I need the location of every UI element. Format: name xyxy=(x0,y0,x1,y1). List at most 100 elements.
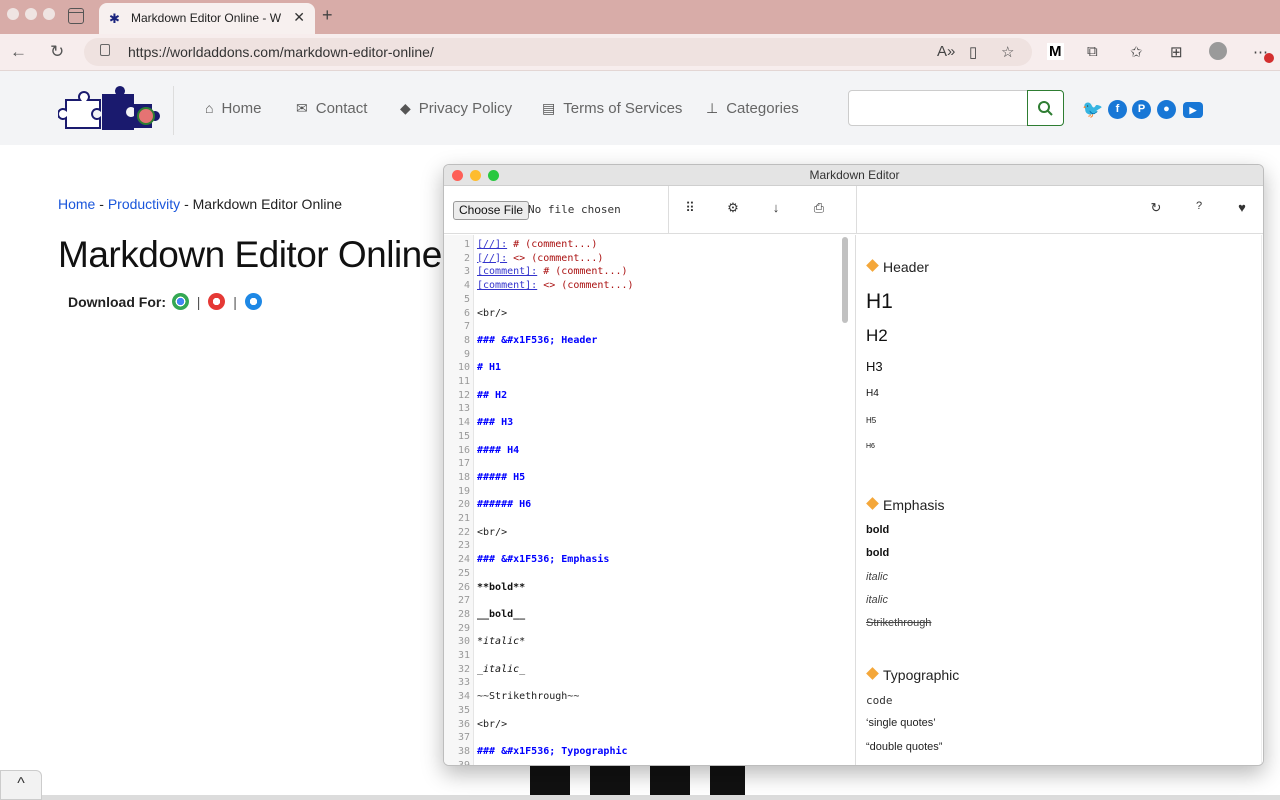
editor-scrollbar[interactable] xyxy=(842,237,848,323)
extension-m-icon[interactable]: M xyxy=(1047,43,1064,60)
refresh-icon[interactable]: ↻ xyxy=(1147,200,1165,216)
editor-close-button[interactable] xyxy=(452,170,463,181)
line-number: 15 xyxy=(457,430,470,442)
preview-item: code xyxy=(866,694,893,707)
nav-terms-of-services[interactable]: ▤ Terms of Services xyxy=(542,100,682,117)
print-icon[interactable]: ⎙ xyxy=(810,200,828,216)
preview-section-heading: Typographic xyxy=(866,667,959,683)
firefox-icon[interactable] xyxy=(208,293,226,310)
line-number: 20 xyxy=(457,499,470,511)
download-arrow-icon[interactable]: ↓ xyxy=(767,200,785,215)
line-number: 3 xyxy=(463,266,470,278)
line-number: 27 xyxy=(457,595,470,607)
line-number: 38 xyxy=(457,745,470,757)
puzzle-logo-icon xyxy=(57,86,160,130)
back-icon[interactable]: ← xyxy=(10,42,27,62)
line-number: 37 xyxy=(457,732,470,744)
line-number: 4 xyxy=(463,280,470,292)
immersive-reader-icon[interactable]: ▯ xyxy=(969,43,977,61)
bottom-strip xyxy=(42,795,1280,800)
heart-icon[interactable]: ♥ xyxy=(1233,200,1251,215)
url-field[interactable]: https://worldaddons.com/markdown-editor-… xyxy=(84,38,1032,66)
editor-window-title: Markdown Editor xyxy=(809,168,900,182)
tab-actions-icon[interactable] xyxy=(68,8,84,24)
line-number: 31 xyxy=(457,650,470,661)
search-input[interactable] xyxy=(848,90,1028,126)
markdown-preview: Header H1 H2 H3 H4 H5 H6 Emphasis bold bold italic… xyxy=(857,235,1263,765)
line-number: 8 xyxy=(463,334,470,346)
editor-minimize-button[interactable] xyxy=(470,170,481,181)
breadcrumb-current: Markdown Editor Online xyxy=(192,196,343,212)
nav-privacy-policy[interactable]: ◆ Privacy Policy xyxy=(400,100,512,117)
nav-home[interactable]: ⌂ Home xyxy=(205,100,261,117)
line-number: 18 xyxy=(457,471,470,483)
preview-section-heading: Emphasis xyxy=(866,497,944,513)
line-number: 10 xyxy=(457,362,470,374)
tab-close-icon[interactable]: ✕ xyxy=(293,9,305,26)
read-aloud-icon[interactable]: A» xyxy=(937,43,955,60)
choose-file-button[interactable]: Choose File xyxy=(453,201,530,220)
line-number: 9 xyxy=(463,348,470,360)
toolbar-divider xyxy=(668,186,669,234)
youtube-icon[interactable]: ▶ xyxy=(1183,102,1203,118)
preview-item: H4 xyxy=(866,388,879,399)
line-number: 17 xyxy=(457,458,470,470)
breadcrumb-home[interactable]: Home xyxy=(58,196,95,212)
back-to-top-button[interactable]: ^ xyxy=(0,770,42,800)
preview-item: H3 xyxy=(866,359,883,374)
editor-toolbar: Choose File No file chosen ⠿ ⚙ ↓ ⎙ ↻ ? ♥ xyxy=(444,186,1263,234)
sitemap-icon: ⊥ xyxy=(706,100,719,116)
edge-icon[interactable] xyxy=(244,293,262,310)
source-line: [//]: # (comment...) xyxy=(477,239,598,250)
source-line: **bold** xyxy=(477,581,526,593)
source-line: ###### H6 xyxy=(477,499,532,511)
help-icon[interactable]: ? xyxy=(1190,200,1208,212)
add-favorite-icon[interactable]: ☆ xyxy=(1001,43,1014,61)
minimize-window-button[interactable] xyxy=(25,8,37,20)
source-line: <br/> xyxy=(477,718,508,730)
nav-categories[interactable]: ⊥ Categories xyxy=(706,100,799,117)
source-line: # H1 xyxy=(477,362,502,374)
source-line: ### &#x1F536; Header xyxy=(477,334,598,346)
orange-diamond-icon xyxy=(866,667,879,680)
breadcrumb-productivity[interactable]: Productivity xyxy=(108,196,180,212)
reddit-icon[interactable]: ● xyxy=(1157,100,1176,119)
markdown-source-editor[interactable]: 1 [//]: # (comment...) 2 [//]: <> (comment.… xyxy=(444,235,856,766)
line-number: 36 xyxy=(457,718,470,730)
collections-icon[interactable]: ⊞ xyxy=(1170,43,1183,61)
no-file-label: No file chosen xyxy=(528,203,621,216)
line-number: 39 xyxy=(457,759,470,766)
lock-icon xyxy=(100,44,110,56)
search-button[interactable] xyxy=(1027,90,1064,126)
extensions-icon[interactable]: ⧉ xyxy=(1087,43,1098,60)
editor-maximize-button[interactable] xyxy=(488,170,499,181)
source-line: <br/> xyxy=(477,307,508,319)
line-number: 16 xyxy=(457,444,470,456)
preview-scrollbar[interactable] xyxy=(1261,235,1262,765)
profile-icon[interactable] xyxy=(1209,42,1227,60)
browser-tab[interactable]: ✱ Markdown Editor Online - Worl ✕ xyxy=(99,3,315,34)
twitter-icon[interactable]: 🐦 xyxy=(1082,100,1103,119)
new-tab-button[interactable]: + xyxy=(322,5,333,26)
line-number: 5 xyxy=(463,293,470,305)
chrome-icon[interactable] xyxy=(171,293,189,310)
line-number: 22 xyxy=(457,526,470,538)
source-line: <br/> xyxy=(477,526,508,538)
close-window-button[interactable] xyxy=(7,8,19,20)
breadcrumb: Home - Productivity - Markdown Editor On… xyxy=(58,196,343,212)
line-number: 29 xyxy=(457,622,470,634)
maximize-window-button[interactable] xyxy=(43,8,55,20)
favorites-icon[interactable]: ✩ xyxy=(1130,43,1143,61)
facebook-icon[interactable]: f xyxy=(1108,100,1127,119)
source-line: [comment]: # (comment...) xyxy=(477,266,628,278)
preview-item: H2 xyxy=(866,326,888,345)
site-logo[interactable] xyxy=(57,86,174,135)
envelope-icon: ✉ xyxy=(296,100,308,116)
reload-icon[interactable]: ↻ xyxy=(50,42,64,62)
download-for: Download For: | | xyxy=(68,293,264,310)
pinterest-icon[interactable]: P xyxy=(1132,100,1151,119)
nav-contact[interactable]: ✉ Contact xyxy=(296,100,367,117)
apps-grid-icon[interactable]: ⠿ xyxy=(681,200,699,216)
source-line: #### H4 xyxy=(477,444,520,456)
settings-gear-icon[interactable]: ⚙ xyxy=(724,200,742,216)
